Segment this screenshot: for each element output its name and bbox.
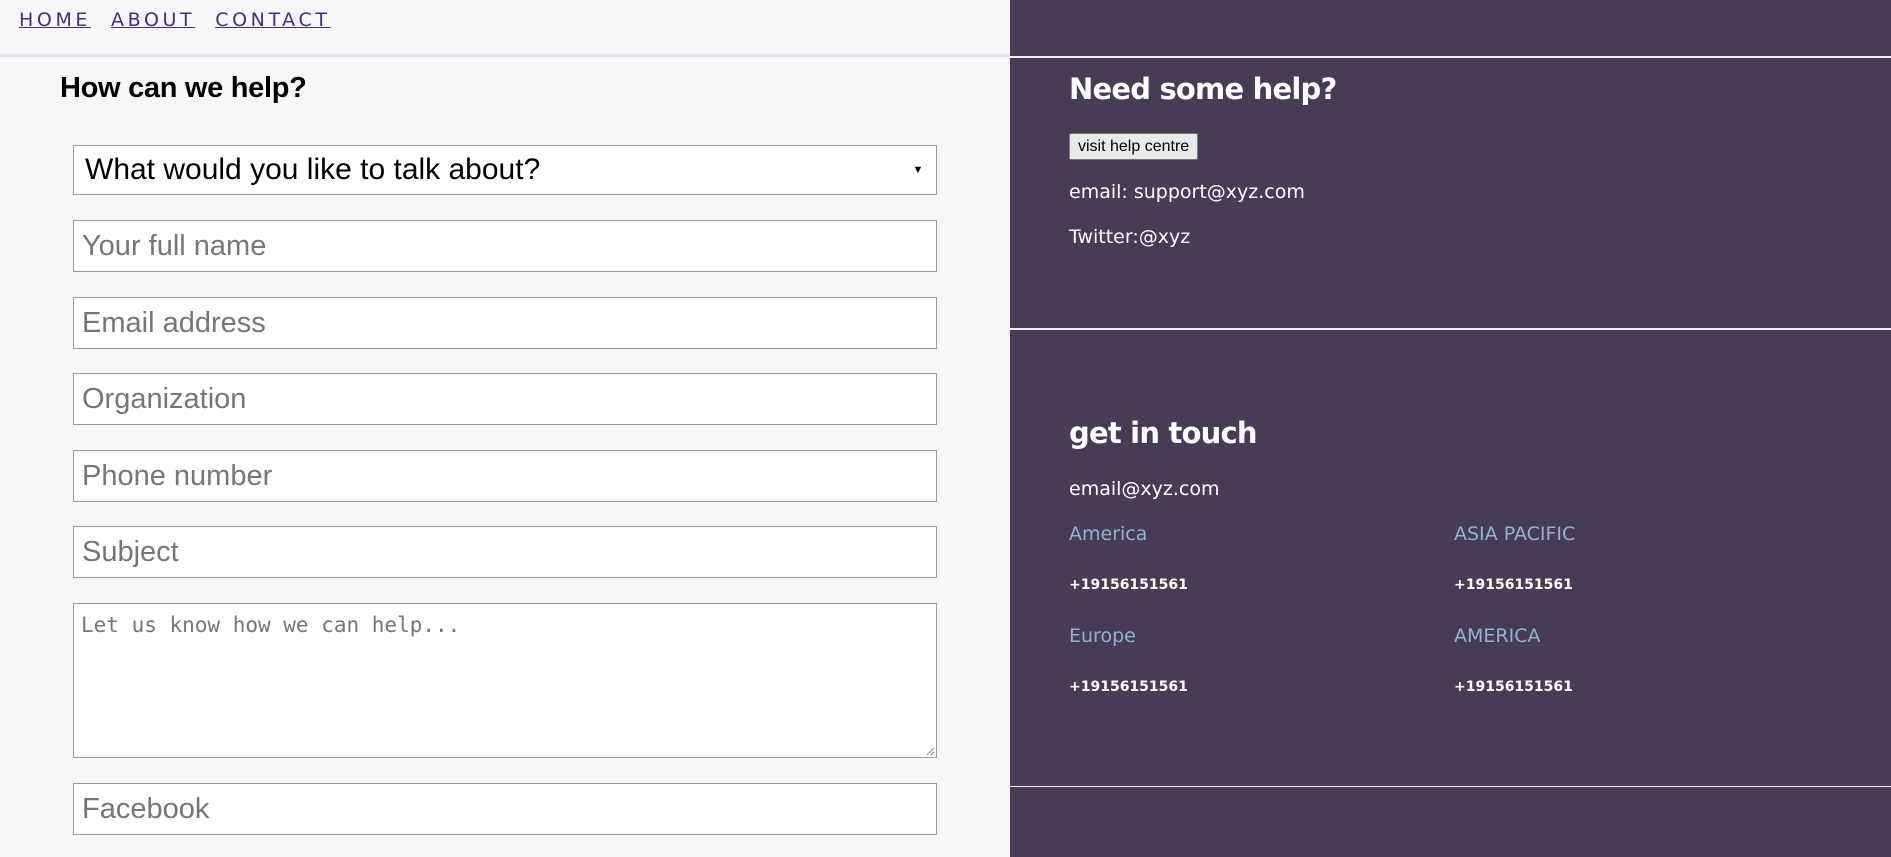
message-field (73, 603, 937, 758)
visit-help-centre-button[interactable]: visit help centre (1069, 133, 1199, 160)
contact-form-panel: HOME ABOUT CONTACT How can we help? What… (0, 0, 1010, 857)
twitter-handle: Twitter:@xyz (1069, 226, 1191, 248)
full-name-input[interactable] (74, 221, 936, 271)
topic-select[interactable]: What would you like to talk about? ▼ (73, 145, 937, 195)
contact-email: email@xyz.com (1069, 478, 1220, 500)
full-name-field (73, 220, 937, 272)
message-textarea[interactable] (74, 604, 936, 757)
divider (1010, 328, 1891, 330)
phone-input[interactable] (74, 451, 936, 501)
form-title: How can we help? (60, 72, 307, 104)
info-panel: Need some help? visit help centre email:… (1010, 0, 1891, 857)
subject-input[interactable] (74, 527, 936, 577)
email-input[interactable] (74, 298, 936, 348)
organization-field (73, 373, 937, 425)
office-phone-america: +19156151561 (1069, 577, 1188, 593)
divider (1010, 786, 1891, 787)
chevron-down-icon: ▼ (912, 164, 924, 176)
office-region-america-2: AMERICA (1454, 625, 1541, 647)
office-phone-asia-pacific: +19156151561 (1454, 577, 1573, 593)
top-nav: HOME ABOUT CONTACT (0, 0, 1010, 57)
support-email: email: support@xyz.com (1069, 181, 1305, 203)
nav-about-link[interactable]: ABOUT (111, 9, 195, 31)
phone-field (73, 450, 937, 502)
email-field (73, 297, 937, 349)
get-in-touch-title: get in touch (1069, 416, 1258, 450)
help-title: Need some help? (1069, 72, 1337, 106)
subject-field (73, 526, 937, 578)
nav-home-link[interactable]: HOME (19, 9, 91, 31)
office-phone-america-2: +19156151561 (1454, 679, 1573, 695)
organization-input[interactable] (74, 374, 936, 424)
office-region-america: America (1069, 523, 1148, 545)
nav-contact-link[interactable]: CONTACT (215, 9, 330, 31)
facebook-input[interactable] (74, 784, 936, 834)
office-phone-europe: +19156151561 (1069, 679, 1188, 695)
resize-handle-icon[interactable] (925, 746, 935, 756)
office-region-asia-pacific: ASIA PACIFIC (1454, 523, 1576, 545)
divider (1010, 56, 1891, 58)
facebook-field (73, 783, 937, 835)
office-region-europe: Europe (1069, 625, 1136, 647)
topic-select-value: What would you like to talk about? (85, 153, 541, 186)
